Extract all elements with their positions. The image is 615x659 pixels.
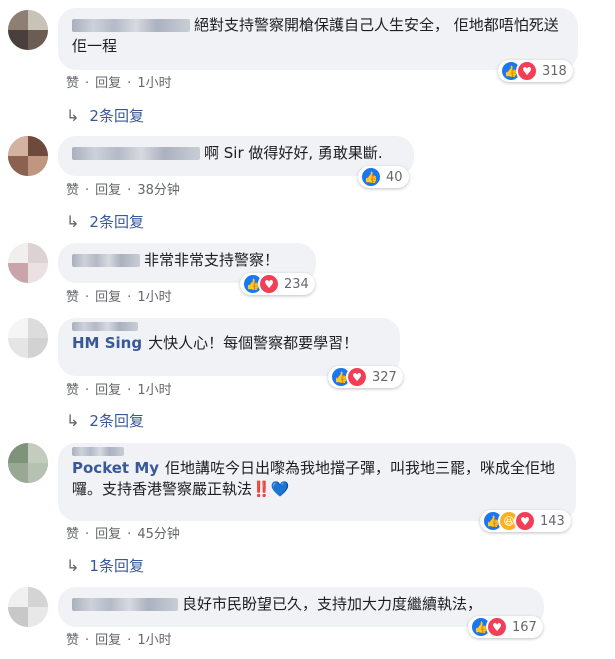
reply-arrow-icon: ↳ (66, 556, 80, 575)
timestamp[interactable]: 1小时 (137, 290, 171, 305)
comment-actions: 赞 · 回复 · 1小时 (66, 633, 172, 648)
avatar[interactable] (8, 587, 48, 627)
like-button[interactable]: 赞 (66, 633, 79, 648)
comment-bubble: 絕對支持警察開槍保護自己人生安全， 佢地都唔怕死送佢一程 (58, 8, 578, 70)
reply-arrow-icon: ↳ (66, 106, 80, 125)
author-name[interactable]: HM Sing (72, 334, 142, 352)
reply-button[interactable]: 回复 (95, 183, 121, 198)
replies-label[interactable]: 2条回复 (89, 211, 144, 232)
reply-arrow-icon: ↳ (66, 411, 80, 430)
avatar[interactable] (8, 10, 48, 50)
reply-button[interactable]: 回复 (95, 290, 121, 305)
view-replies[interactable]: ↳ 2条回复 (66, 105, 144, 126)
comment-text: 良好市民盼望已久，支持加大力度繼續執法， (182, 595, 483, 613)
reply-button[interactable]: 回复 (95, 383, 121, 398)
reaction-count: 167 (512, 619, 537, 635)
heart-icon: ♥ (346, 366, 368, 388)
reaction-summary[interactable]: 👍 😆 ♥ 143 (480, 510, 571, 532)
view-replies[interactable]: ↳ 2条回复 (66, 410, 144, 431)
timestamp[interactable]: 1小时 (137, 633, 171, 648)
like-button[interactable]: 赞 (66, 527, 79, 542)
view-replies[interactable]: ↳ 1条回复 (66, 555, 144, 576)
reaction-summary[interactable]: 👍 ♥ 167 (468, 616, 543, 638)
heart-icon: ♥ (514, 510, 536, 532)
like-button[interactable]: 赞 (66, 383, 79, 398)
reaction-summary[interactable]: 👍 ♥ 318 (498, 60, 573, 82)
avatar[interactable] (8, 318, 48, 358)
timestamp[interactable]: 1小时 (137, 76, 171, 91)
avatar[interactable] (8, 136, 48, 176)
reply-button[interactable]: 回复 (95, 527, 121, 542)
reply-arrow-icon: ↳ (66, 212, 80, 231)
heart-icon: ♥ (258, 273, 280, 295)
reaction-count: 318 (542, 63, 567, 79)
comment-text: 啊 Sir 做得好好, 勇敢果斷. (204, 144, 383, 162)
author-name-blurred[interactable] (72, 147, 200, 160)
author-name-blurred[interactable] (72, 598, 178, 611)
replies-label[interactable]: 1条回复 (89, 555, 144, 576)
comment-actions: 赞 · 回复 · 1小时 (66, 383, 172, 398)
reply-button[interactable]: 回复 (95, 633, 121, 648)
comment-text: 非常非常支持警察！ (144, 251, 280, 269)
author-name[interactable]: Pocket My (72, 459, 159, 477)
heart-icon: ♥ (486, 616, 508, 638)
comment-text: 大快人心！每個警察都要學習！ (148, 334, 359, 352)
avatar[interactable] (8, 443, 48, 483)
replies-label[interactable]: 2条回复 (89, 105, 144, 126)
reaction-count: 327 (372, 369, 397, 385)
author-name-blurred[interactable] (72, 447, 124, 456)
like-button[interactable]: 赞 (66, 76, 79, 91)
comment-actions: 赞 · 回复 · 45分钟 (66, 527, 180, 542)
view-replies[interactable]: ↳ 2条回复 (66, 211, 144, 232)
heart-icon: ♥ (516, 60, 538, 82)
reaction-count: 234 (284, 276, 309, 292)
author-name-blurred[interactable] (72, 322, 138, 331)
comment-actions: 赞 · 回复 · 38分钟 (66, 183, 180, 198)
timestamp[interactable]: 1小时 (137, 383, 171, 398)
timestamp[interactable]: 45分钟 (137, 527, 180, 542)
comment-actions: 赞 · 回复 · 1小时 (66, 76, 172, 91)
like-button[interactable]: 赞 (66, 183, 79, 198)
replies-label[interactable]: 2条回复 (89, 410, 144, 431)
like-button[interactable]: 赞 (66, 290, 79, 305)
avatar[interactable] (8, 243, 48, 283)
thumbs-up-icon: 👍 (360, 166, 382, 188)
reaction-summary[interactable]: 👍 40 (358, 166, 409, 188)
comment-actions: 赞 · 回复 · 1小时 (66, 290, 172, 305)
reaction-count: 143 (540, 513, 565, 529)
reaction-count: 40 (386, 169, 403, 185)
reply-button[interactable]: 回复 (95, 76, 121, 91)
author-name-blurred[interactable] (72, 254, 140, 267)
reaction-summary[interactable]: 👍 ♥ 234 (240, 273, 315, 295)
author-name-blurred[interactable] (72, 19, 190, 32)
reaction-summary[interactable]: 👍 ♥ 327 (328, 366, 403, 388)
timestamp[interactable]: 38分钟 (137, 183, 180, 198)
